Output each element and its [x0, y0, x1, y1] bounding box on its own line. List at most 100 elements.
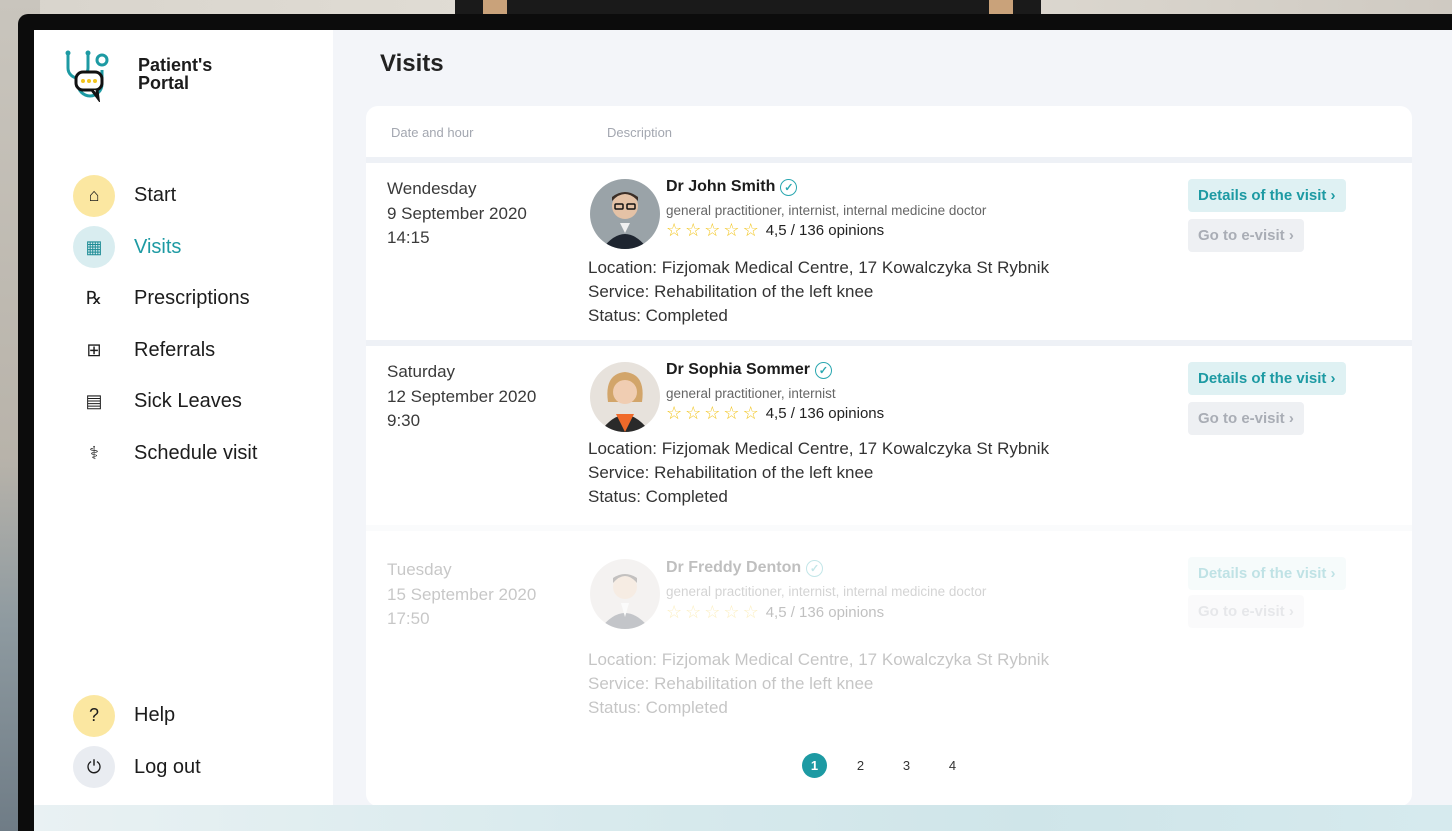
star-icon: ☆ — [666, 403, 683, 423]
nav-label: Start — [134, 184, 177, 207]
visit-service: Service: Rehabilitation of the left knee — [588, 282, 874, 301]
column-header-date: Date and hour — [391, 125, 474, 140]
doctor-name-text: Dr Freddy Denton — [666, 559, 802, 576]
go-to-evisit-button[interactable]: Go to e-visit › — [1188, 595, 1304, 628]
doctor-name[interactable]: Dr John Smith ✓ — [666, 178, 798, 196]
visit-row: Tuesday 15 September 2020 17:50 Dr Fredd… — [366, 525, 1412, 717]
nav-item-schedule-visit[interactable]: ⚕ Schedule visit — [73, 428, 257, 480]
visit-location: Location: Fizjomak Medical Centre, 17 Ko… — [588, 650, 1050, 669]
main-nav: ⌂ Start ▦ Visits ℞ Prescriptions ⊞ Refer… — [73, 170, 257, 479]
brand: Patient's Portal — [62, 46, 248, 102]
nav-item-start[interactable]: ⌂ Start — [73, 170, 257, 222]
visit-day: Saturday — [387, 362, 456, 381]
details-button[interactable]: Details of the visit › — [1188, 179, 1346, 212]
nav-item-help[interactable]: ? Help — [73, 690, 201, 742]
star-icon: ☆ — [666, 602, 683, 622]
star-icon: ☆ — [742, 602, 759, 622]
home-icon: ⌂ — [73, 174, 115, 217]
visit-info: Location: Fizjomak Medical Centre, 17 Ko… — [588, 256, 1049, 328]
column-header-description: Description — [607, 125, 673, 140]
app-screen: Patient's Portal ⌂ Start ▦ Visits ℞ Pres… — [34, 30, 1452, 831]
app-title: Patient's Portal — [138, 56, 248, 92]
doctor-avatar — [590, 179, 660, 249]
visit-day: Wendesday — [387, 179, 477, 198]
visit-location: Location: Fizjomak Medical Centre, 17 Ko… — [588, 258, 1050, 277]
visit-service: Service: Rehabilitation of the left knee — [588, 674, 874, 693]
details-button[interactable]: Details of the visit › — [1188, 557, 1346, 590]
doctor-name-text: Dr John Smith — [666, 178, 776, 195]
app-title-line1: Patient's — [138, 55, 213, 75]
doctor-specialty: general practitioner, internist, interna… — [666, 203, 987, 218]
calendar-icon: ▦ — [73, 226, 115, 269]
visit-status: Status: Completed — [588, 306, 728, 325]
doctor-name[interactable]: Dr Freddy Denton ✓ — [666, 559, 824, 577]
visit-time: 9:30 — [387, 411, 421, 430]
stethoscope-chat-logo — [65, 50, 109, 102]
page-button-1[interactable]: 1 — [802, 753, 827, 778]
star-icon: ☆ — [685, 602, 702, 622]
visit-date: 15 September 2020 — [387, 584, 537, 604]
visit-row: Wendesday 9 September 2020 14:15 Dr John… — [366, 157, 1412, 335]
nav-item-sick-leaves[interactable]: ▤ Sick Leaves — [73, 376, 257, 428]
star-icon: ☆ — [704, 602, 721, 622]
verified-icon: ✓ — [780, 178, 798, 196]
doctor-avatar — [590, 362, 660, 432]
nav-label: Prescriptions — [134, 287, 250, 310]
nav-label: Visits — [134, 235, 182, 258]
page-title: Visits — [380, 50, 444, 77]
visit-date: 9 September 2020 — [387, 203, 527, 223]
visit-time: 14:15 — [387, 228, 430, 247]
nav-label: Referrals — [134, 338, 216, 361]
page-button-3[interactable]: 3 — [894, 753, 919, 778]
sidebar: Patient's Portal ⌂ Start ▦ Visits ℞ Pres… — [34, 30, 333, 805]
prescription-icon: ℞ — [85, 288, 103, 309]
star-icon: ☆ — [685, 403, 702, 423]
star-icon: ☆ — [723, 602, 740, 622]
visit-service: Service: Rehabilitation of the left knee — [588, 463, 874, 482]
visit-info: Location: Fizjomak Medical Centre, 17 Ko… — [588, 437, 1049, 509]
rating-text: 4,5 / 136 opinions — [765, 604, 885, 621]
doctor-avatar — [590, 559, 660, 629]
details-button[interactable]: Details of the visit › — [1188, 362, 1346, 395]
star-icon: ☆ — [742, 220, 759, 240]
doctor-rating: ☆ ☆ ☆ ☆ ☆ 4,5 / 136 opinions — [666, 602, 884, 623]
visit-info: Location: Fizjomak Medical Centre, 17 Ko… — [588, 648, 1049, 720]
doctor-name-text: Dr Sophia Sommer — [666, 361, 811, 378]
rating-text: 4,5 / 136 opinions — [765, 222, 885, 239]
referral-icon: ⊞ — [86, 339, 102, 360]
rating-text: 4,5 / 136 opinions — [765, 405, 885, 422]
page-button-4[interactable]: 4 — [940, 753, 965, 778]
go-to-evisit-button[interactable]: Go to e-visit › — [1188, 402, 1304, 435]
nav-item-referrals[interactable]: ⊞ Referrals — [73, 325, 257, 377]
star-icon: ☆ — [685, 220, 702, 240]
page-button-2[interactable]: 2 — [848, 753, 873, 778]
visit-day: Tuesday — [387, 560, 452, 579]
visit-location: Location: Fizjomak Medical Centre, 17 Ko… — [588, 439, 1050, 458]
star-icon: ☆ — [666, 220, 683, 240]
star-icon: ☆ — [723, 403, 740, 423]
doctor-rating: ☆ ☆ ☆ ☆ ☆ 4,5 / 136 opinions — [666, 403, 884, 424]
nav-item-logout[interactable]: ⏻ Log out — [73, 742, 201, 794]
verified-icon: ✓ — [815, 361, 833, 379]
document-icon: ▤ — [85, 391, 103, 412]
visit-status: Status: Completed — [588, 487, 728, 506]
verified-icon: ✓ — [806, 559, 824, 577]
nav-label: Help — [134, 704, 176, 727]
doctor-name[interactable]: Dr Sophia Sommer ✓ — [666, 361, 833, 379]
nav-label: Schedule visit — [134, 441, 258, 464]
app-title-line2: Portal — [138, 73, 190, 93]
star-icon: ☆ — [742, 403, 759, 423]
visit-datetime: Wendesday 9 September 2020 14:15 — [387, 177, 527, 251]
star-icon: ☆ — [704, 403, 721, 423]
visit-status: Status: Completed — [588, 698, 728, 717]
nav-label: Sick Leaves — [134, 390, 242, 413]
secondary-nav: ? Help ⏻ Log out — [73, 690, 201, 793]
nav-item-prescriptions[interactable]: ℞ Prescriptions — [73, 273, 257, 325]
visit-datetime: Tuesday 15 September 2020 17:50 — [387, 558, 536, 632]
doctor-specialty: general practitioner, internist, interna… — [666, 584, 987, 599]
stethoscope-icon: ⚕ — [89, 442, 99, 463]
nav-item-visits[interactable]: ▦ Visits — [73, 222, 257, 274]
go-to-evisit-button[interactable]: Go to e-visit › — [1188, 219, 1304, 252]
easel-frame — [455, 0, 1041, 14]
visit-time: 17:50 — [387, 609, 430, 628]
